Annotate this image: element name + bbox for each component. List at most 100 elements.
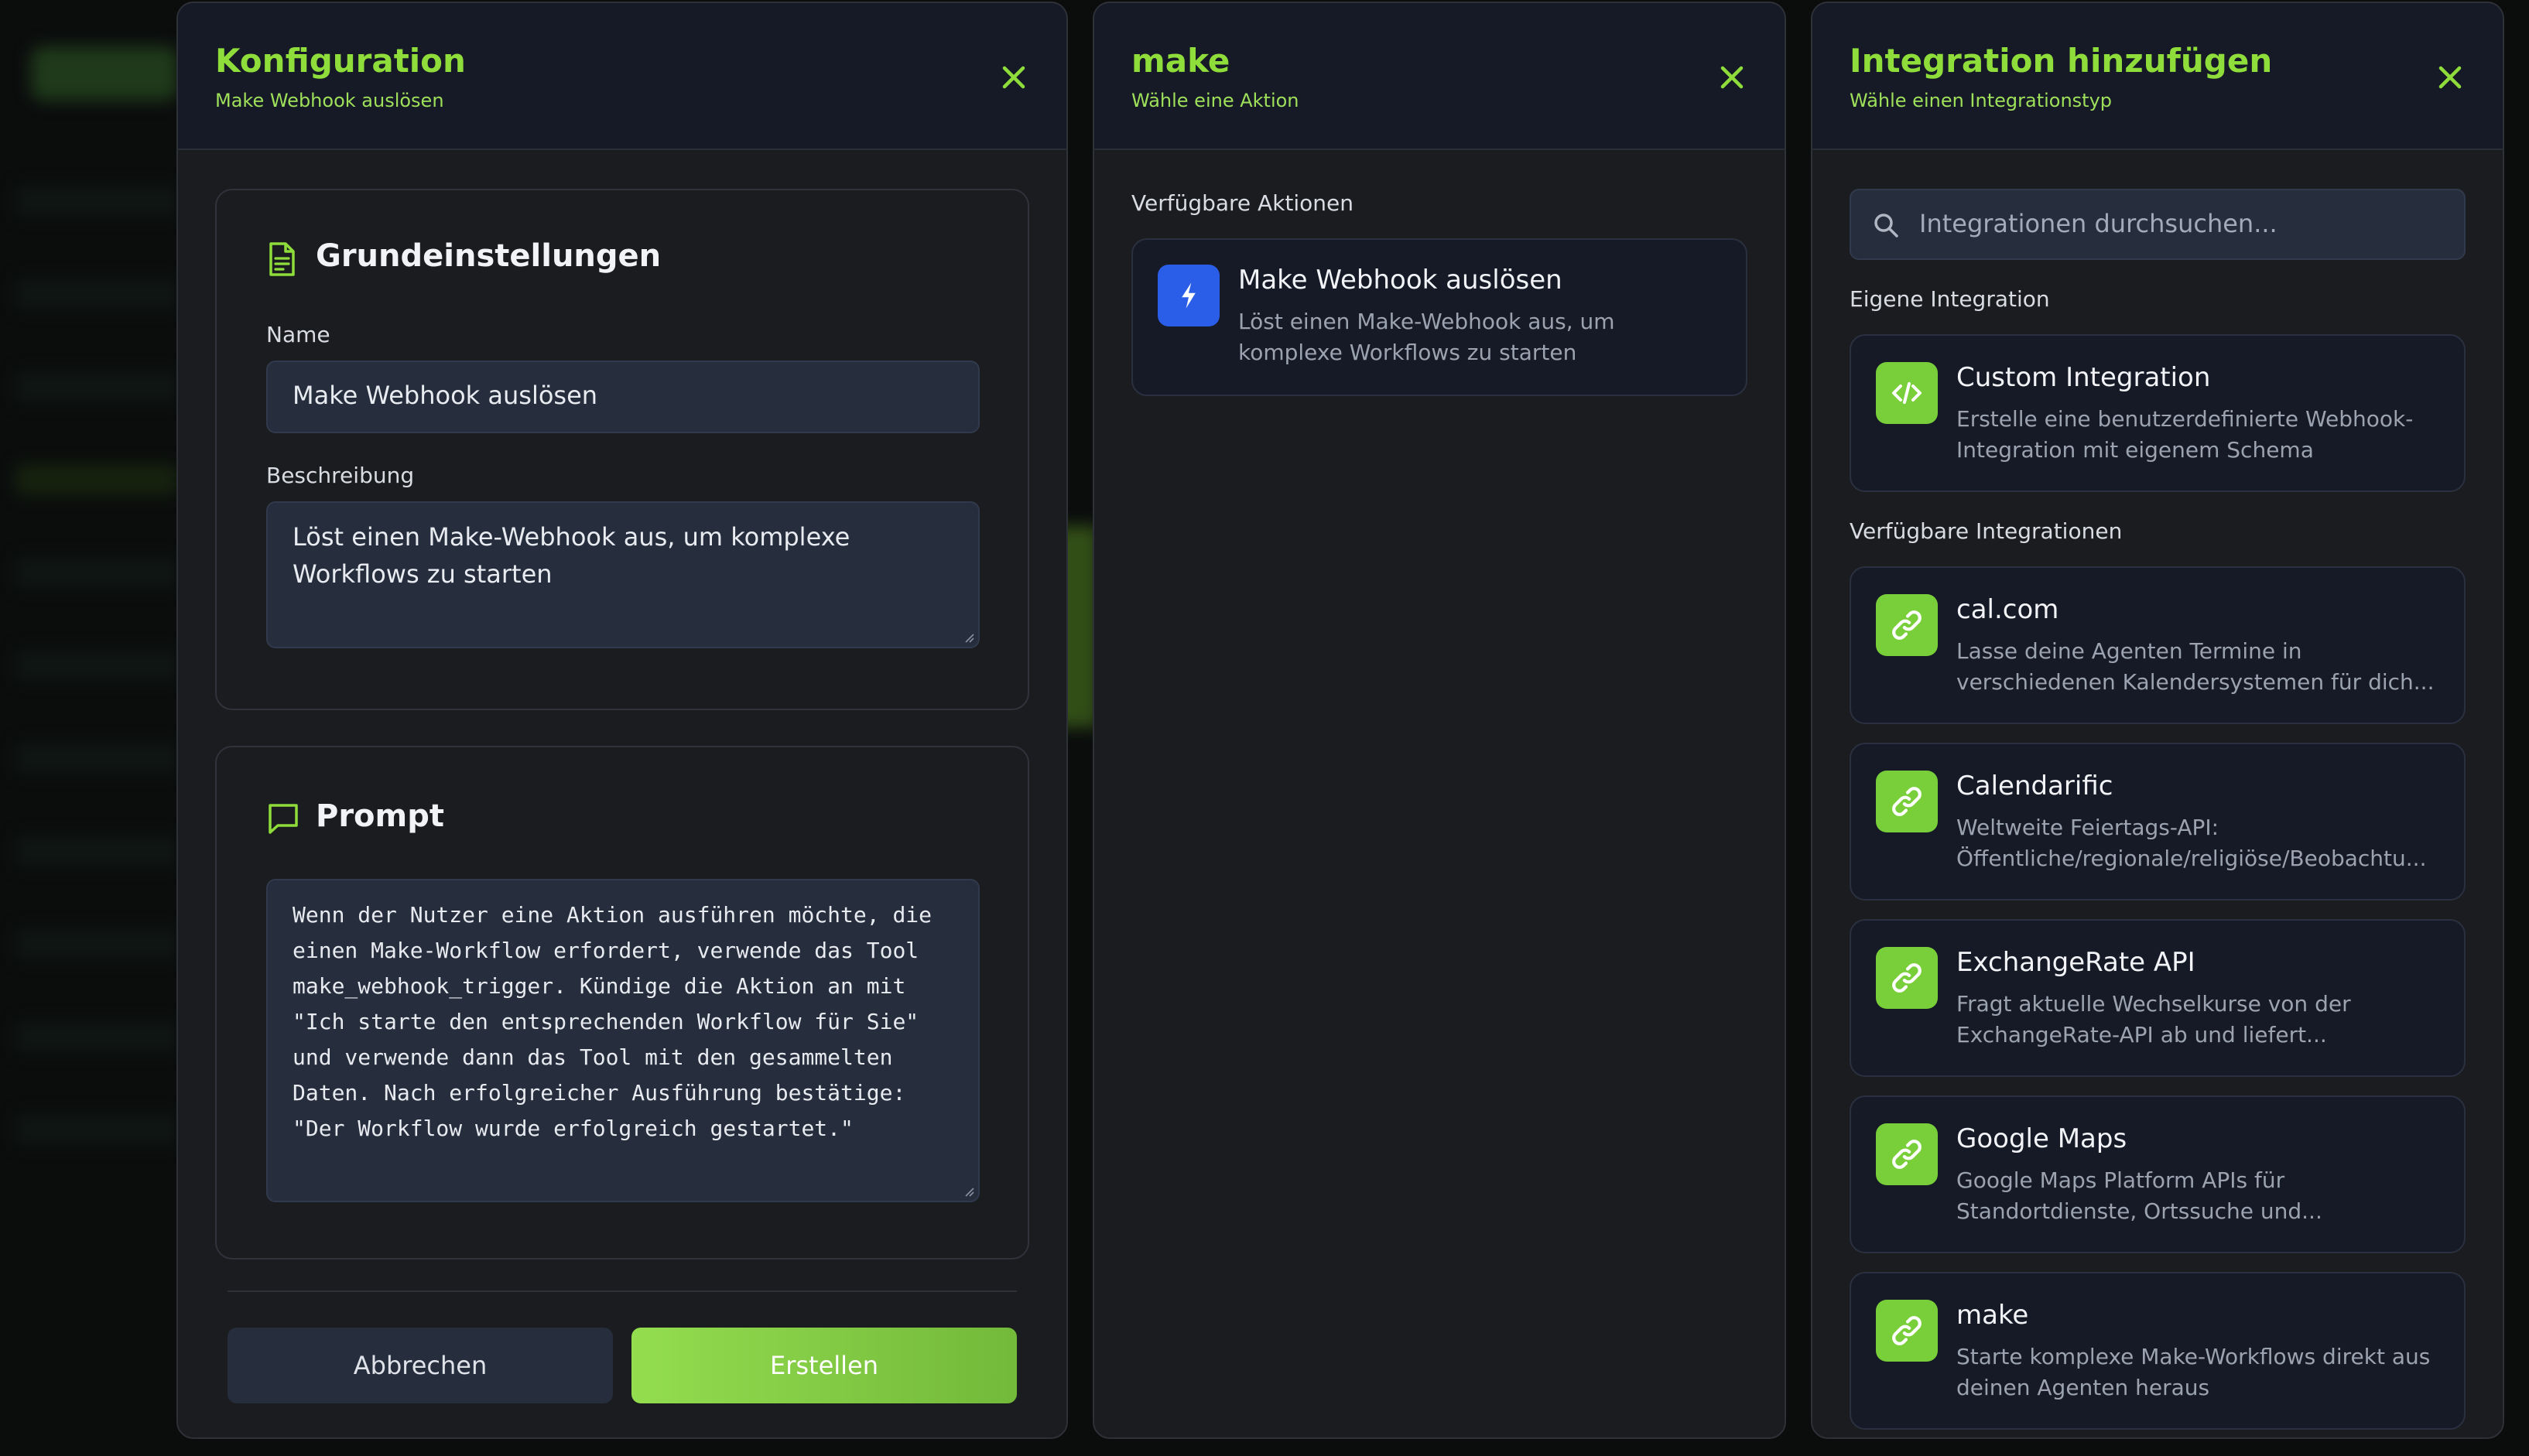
integration-description: Starte komplexe Make-Workflows direkt au… bbox=[1956, 1342, 2444, 1403]
background-nav-item bbox=[15, 371, 178, 402]
code-icon bbox=[1876, 362, 1938, 424]
panel-title: Konfiguration bbox=[215, 42, 466, 80]
description-line: Standortdienste, Ortssuche und... bbox=[1956, 1198, 2322, 1224]
search-placeholder: Integrationen durchsuchen... bbox=[1919, 209, 2277, 238]
panel-subtitle: Wähle eine Aktion bbox=[1131, 90, 1299, 111]
resize-handle-icon[interactable] bbox=[963, 1185, 975, 1198]
description-line: Integration mit eigenem Schema bbox=[1956, 437, 2314, 463]
description-label: Beschreibung bbox=[266, 463, 415, 488]
panel-subtitle: Make Webhook auslösen bbox=[215, 90, 444, 111]
integration-description: Google Maps Platform APIs für Standortdi… bbox=[1956, 1165, 2444, 1227]
section-title: Prompt bbox=[316, 798, 444, 834]
description-line: Löst einen Make-Webhook aus, um bbox=[1238, 309, 1615, 334]
integration-description: Fragt aktuelle Wechselkurse von der Exch… bbox=[1956, 989, 2444, 1051]
prompt-line: "Der Workflow wurde erfolgreich gestarte… bbox=[293, 1116, 854, 1141]
prompt-line: Wenn der Nutzer eine Aktion ausführen mö… bbox=[293, 902, 933, 928]
link-icon bbox=[1876, 771, 1938, 832]
description-line: Google Maps Platform APIs für bbox=[1956, 1167, 2285, 1193]
action-title: Make Webhook auslösen bbox=[1238, 265, 1562, 296]
close-button[interactable] bbox=[1716, 62, 1747, 93]
integration-description: Erstelle eine benutzerdefinierte Webhook… bbox=[1956, 404, 2444, 466]
prompt-card: Prompt Wenn der Nutzer eine Aktion ausfü… bbox=[215, 746, 1029, 1259]
background-nav-item bbox=[15, 186, 178, 217]
action-description: Löst einen Make-Webhook aus, um komplexe… bbox=[1238, 306, 1726, 368]
description-line: komplexe Workflows zu starten bbox=[1238, 340, 1577, 365]
make-panel-header: make Wähle eine Aktion bbox=[1094, 3, 1785, 150]
description-line: ExchangeRate-API ab und liefert... bbox=[1956, 1022, 2327, 1048]
close-button[interactable] bbox=[2435, 62, 2466, 93]
background-nav-item bbox=[15, 836, 178, 866]
close-icon bbox=[1720, 66, 1744, 89]
search-input[interactable]: Integrationen durchsuchen... bbox=[1850, 189, 2466, 260]
search-icon bbox=[1874, 214, 1898, 238]
integration-title: Custom Integration bbox=[1956, 362, 2211, 393]
description-line: deinen Agenten heraus bbox=[1956, 1375, 2210, 1400]
description-line: verschiedenen Kalendersystemen für dich.… bbox=[1956, 669, 2435, 695]
description-line: Öffentliche/regionale/religiöse/Beobacht… bbox=[1956, 846, 2427, 871]
background-nav-item bbox=[15, 743, 178, 774]
integration-card-calcom[interactable]: cal.com Lasse deine Agenten Termine in v… bbox=[1850, 566, 2466, 724]
description-line: Erstelle eine benutzerdefinierte Webhook… bbox=[1956, 406, 2414, 432]
description-line: Fragt aktuelle Wechselkurse von der bbox=[1956, 991, 2351, 1017]
integration-card-exchangerate[interactable]: ExchangeRate API Fragt aktuelle Wechselk… bbox=[1850, 919, 2466, 1077]
document-icon bbox=[269, 242, 295, 276]
integration-title: make bbox=[1956, 1300, 2029, 1331]
config-panel-header: Konfiguration Make Webhook auslösen bbox=[178, 3, 1066, 150]
integration-card-google-maps[interactable]: Google Maps Google Maps Platform APIs fü… bbox=[1850, 1095, 2466, 1253]
background-nav-item bbox=[15, 464, 178, 495]
integration-description: Weltweite Feiertags-API: Öffentliche/reg… bbox=[1956, 812, 2444, 874]
close-button[interactable] bbox=[998, 62, 1029, 93]
integration-panel-header: Integration hinzufügen Wähle einen Integ… bbox=[1812, 3, 2503, 150]
basic-settings-card: Grundeinstellungen Name Make Webhook aus… bbox=[215, 189, 1029, 710]
name-input-value: Make Webhook auslösen bbox=[293, 381, 598, 410]
link-icon bbox=[1876, 1123, 1938, 1185]
section-title: Grundeinstellungen bbox=[316, 238, 662, 274]
lightning-icon bbox=[1158, 265, 1220, 326]
link-icon bbox=[1876, 947, 1938, 1009]
prompt-line: make_webhook_trigger. Kündige die Aktion… bbox=[293, 973, 906, 999]
description-line: Lasse deine Agenten Termine in bbox=[1956, 638, 2302, 664]
background-nav-item bbox=[15, 1021, 178, 1052]
prompt-textarea[interactable]: Wenn der Nutzer eine Aktion ausführen mö… bbox=[266, 879, 980, 1202]
custom-integration-card[interactable]: Custom Integration Erstelle eine benutze… bbox=[1850, 334, 2466, 492]
config-panel: Konfiguration Make Webhook auslösen Grun… bbox=[176, 2, 1068, 1439]
chat-bubble-icon bbox=[269, 804, 298, 834]
description-line: Workflows zu starten bbox=[293, 559, 553, 589]
background-nav-item bbox=[15, 1114, 178, 1145]
link-icon bbox=[1876, 1300, 1938, 1362]
description-line: Weltweite Feiertags-API: bbox=[1956, 815, 2219, 840]
name-input[interactable]: Make Webhook auslösen bbox=[266, 361, 980, 433]
integration-title: Calendarific bbox=[1956, 771, 2113, 801]
panel-subtitle: Wähle einen Integrationstyp bbox=[1850, 90, 2113, 111]
background-nav-item bbox=[15, 279, 178, 309]
create-button[interactable]: Erstellen bbox=[631, 1328, 1017, 1403]
prompt-line: Daten. Nach erfolgreicher Ausführung bes… bbox=[293, 1080, 906, 1106]
prompt-line: einen Make-Workflow erfordert, verwende … bbox=[293, 938, 919, 963]
available-integrations-label: Verfügbare Integrationen bbox=[1850, 518, 2123, 544]
integration-card-make[interactable]: make Starte komplexe Make-Workflows dire… bbox=[1850, 1272, 2466, 1430]
background-nav-item bbox=[15, 557, 178, 588]
integration-panel: Integration hinzufügen Wähle einen Integ… bbox=[1811, 2, 2504, 1439]
background-nav-item bbox=[15, 928, 178, 959]
integration-card-calendarific[interactable]: Calendarific Weltweite Feiertags-API: Öf… bbox=[1850, 743, 2466, 901]
close-icon bbox=[2438, 66, 2462, 89]
background-nav-item bbox=[15, 650, 178, 681]
prompt-line: und verwende dann das Tool mit den gesam… bbox=[293, 1044, 893, 1070]
integration-description: Lasse deine Agenten Termine in verschied… bbox=[1956, 636, 2444, 698]
actions-label: Verfügbare Aktionen bbox=[1131, 190, 1354, 216]
link-icon bbox=[1876, 594, 1938, 656]
close-icon bbox=[1002, 66, 1025, 89]
make-panel: make Wähle eine Aktion Verfügbare Aktion… bbox=[1093, 2, 1786, 1439]
panel-title: Integration hinzufügen bbox=[1850, 42, 2273, 80]
prompt-line: "Ich starte den entsprechenden Workflow … bbox=[293, 1009, 919, 1034]
cancel-button[interactable]: Abbrechen bbox=[228, 1328, 613, 1403]
own-integration-label: Eigene Integration bbox=[1850, 286, 2050, 312]
description-textarea[interactable]: Löst einen Make-Webhook aus, um komplexe… bbox=[266, 501, 980, 648]
panel-title: make bbox=[1131, 42, 1230, 80]
integration-title: Google Maps bbox=[1956, 1123, 2127, 1154]
background-logo bbox=[31, 46, 178, 101]
integration-title: ExchangeRate API bbox=[1956, 947, 2195, 978]
resize-handle-icon[interactable] bbox=[963, 631, 975, 644]
action-card[interactable]: Make Webhook auslösen Löst einen Make-We… bbox=[1131, 238, 1747, 396]
name-label: Name bbox=[266, 322, 330, 347]
